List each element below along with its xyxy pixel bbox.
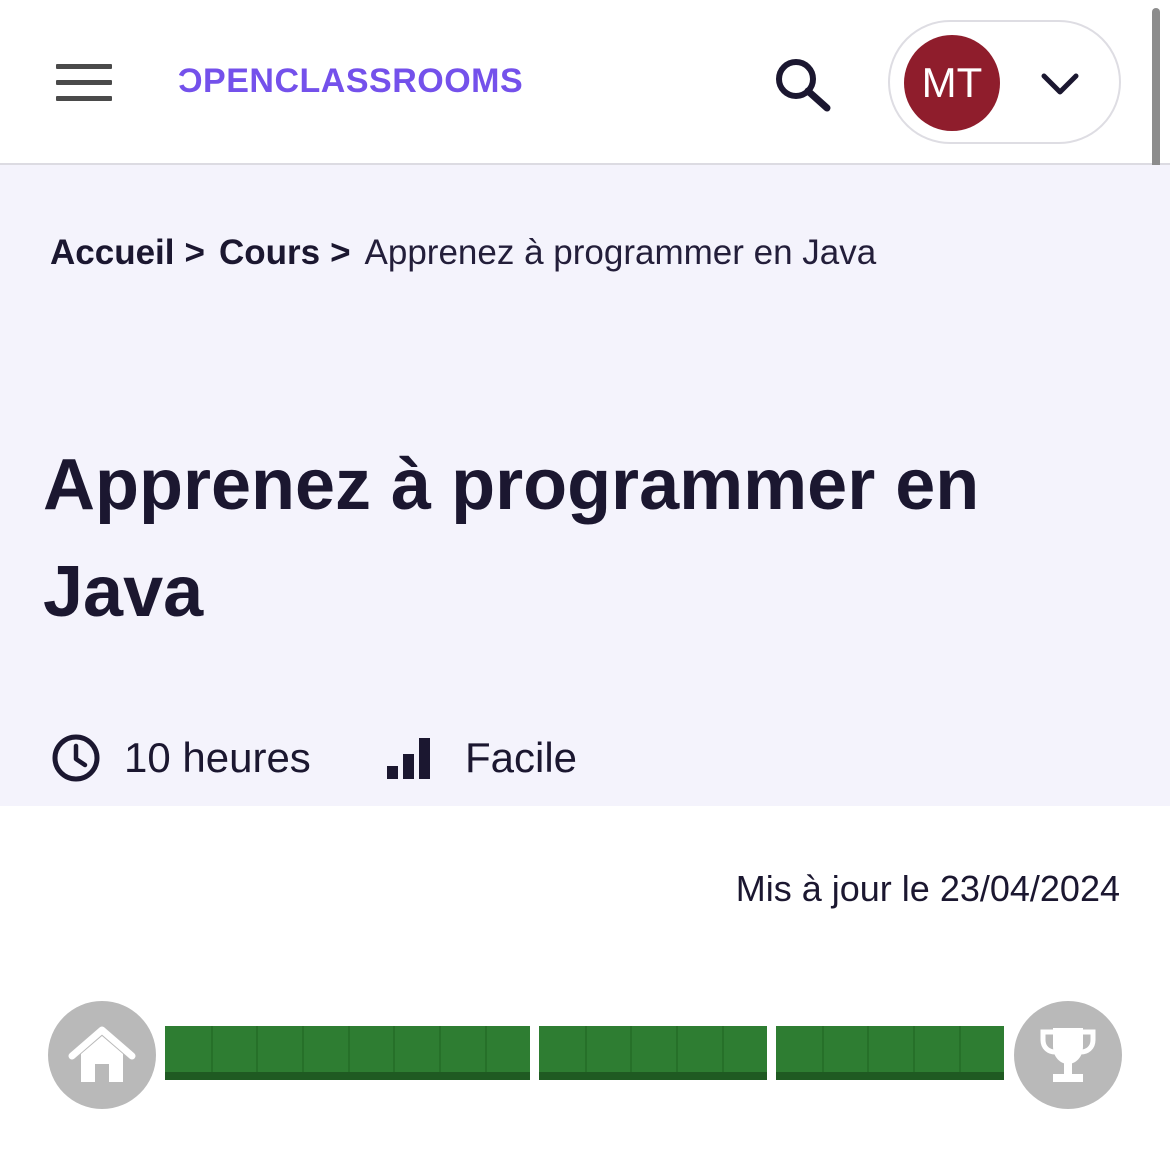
clock-icon — [50, 732, 102, 784]
course-duration: 10 heures — [50, 730, 311, 786]
progress-step-divider — [913, 1026, 915, 1072]
breadcrumb-separator: > — [184, 233, 205, 272]
breadcrumb-separator: > — [330, 233, 351, 272]
course-level: Facile — [385, 730, 577, 786]
progress-step-divider — [393, 1026, 395, 1072]
progress-step-divider — [722, 1026, 724, 1072]
progress-segment[interactable] — [539, 1026, 767, 1080]
progress-step-divider — [211, 1026, 213, 1072]
progress-step-divider — [959, 1026, 961, 1072]
trophy-icon — [1014, 1001, 1122, 1109]
top-header: ƆPENCLASSROOMS MT — [0, 0, 1170, 165]
chevron-down-icon — [1038, 68, 1082, 98]
difficulty-bars-icon — [385, 734, 433, 782]
course-hero: Accueil > Cours > Apprenez à programmer en J… — [0, 165, 1170, 806]
avatar: MT — [904, 35, 1000, 131]
course-title: Apprenez à programmer en Java — [43, 445, 980, 632]
duration-label: 10 heures — [124, 734, 311, 781]
progress-step-divider — [822, 1026, 824, 1072]
level-label: Facile — [465, 734, 578, 781]
hamburger-menu-icon[interactable] — [56, 64, 112, 104]
progress-step-divider — [348, 1026, 350, 1072]
progress-segment[interactable] — [165, 1026, 530, 1080]
progress-step-divider — [867, 1026, 869, 1072]
user-menu-button[interactable]: MT — [888, 20, 1121, 144]
progress-step-divider — [439, 1026, 441, 1072]
openclassrooms-logo[interactable]: ƆPENCLASSROOMS — [178, 62, 523, 101]
progress-step-divider — [630, 1026, 632, 1072]
breadcrumb-current: Apprenez à programmer en Java — [364, 233, 877, 272]
progress-step-divider — [585, 1026, 587, 1072]
breadcrumb: Accueil > Cours > Apprenez à programmer en J… — [50, 233, 876, 273]
updated-date: Mis à jour le 23/04/2024 — [735, 868, 1120, 909]
breadcrumb-courses-link[interactable]: Cours — [219, 233, 320, 272]
home-icon[interactable] — [48, 1001, 156, 1109]
progress-segment[interactable] — [776, 1026, 1004, 1080]
progress-step-divider — [485, 1026, 487, 1072]
search-icon[interactable] — [772, 56, 834, 112]
progress-step-divider — [676, 1026, 678, 1072]
progress-step-divider — [302, 1026, 304, 1072]
progress-step-divider — [256, 1026, 258, 1072]
breadcrumb-home-link[interactable]: Accueil — [50, 233, 175, 272]
